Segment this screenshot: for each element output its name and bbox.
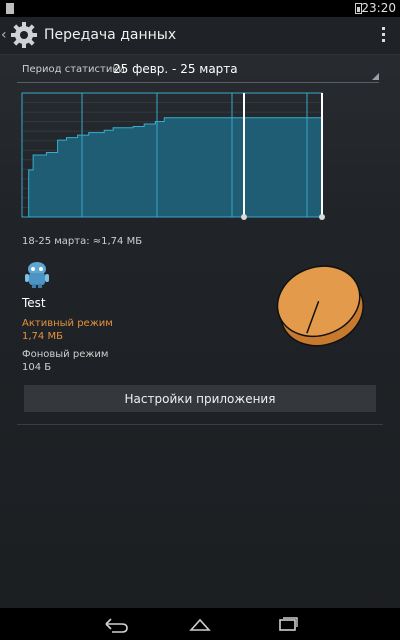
foreground-label: Активный режим [22,318,113,329]
home-icon[interactable] [185,614,215,634]
overflow-menu-icon[interactable] [382,27,386,43]
period-label: Период статистики [22,64,125,75]
foreground-value: 1,74 МБ [22,331,63,342]
period-selector[interactable]: Период статистики 25 февр. - 25 марта [17,60,379,83]
navigation-bar [0,608,400,640]
divider [17,424,383,425]
dropdown-indicator-icon [372,73,379,80]
range-usage-label: 18-25 марта: ≈1,74 МБ [22,236,143,247]
action-bar: ‹ Передача данных [0,17,400,55]
usage-pie-chart [276,265,364,347]
status-bar: 23:20 [0,0,400,17]
selection-end-handle[interactable] [319,214,325,220]
background-value: 104 Б [22,362,52,373]
status-time: 23:20 [361,1,396,15]
usage-area [22,117,323,218]
usage-chart[interactable] [20,90,325,220]
background-label: Фоновый режим [22,349,109,360]
up-caret-icon[interactable]: ‹ [1,27,7,43]
period-value[interactable]: 25 февр. - 25 марта [113,62,238,76]
app-name: Test [22,296,46,310]
settings-gear-icon[interactable] [10,21,38,49]
app-android-icon [25,262,49,288]
notification-icon [6,3,14,14]
recent-apps-icon[interactable] [272,614,302,634]
selection-start-handle[interactable] [241,214,247,220]
pie-slice-foreground [276,265,361,338]
page-title: Передача данных [44,27,177,43]
back-icon[interactable] [100,614,130,634]
app-settings-button[interactable]: Настройки приложения [24,385,376,412]
